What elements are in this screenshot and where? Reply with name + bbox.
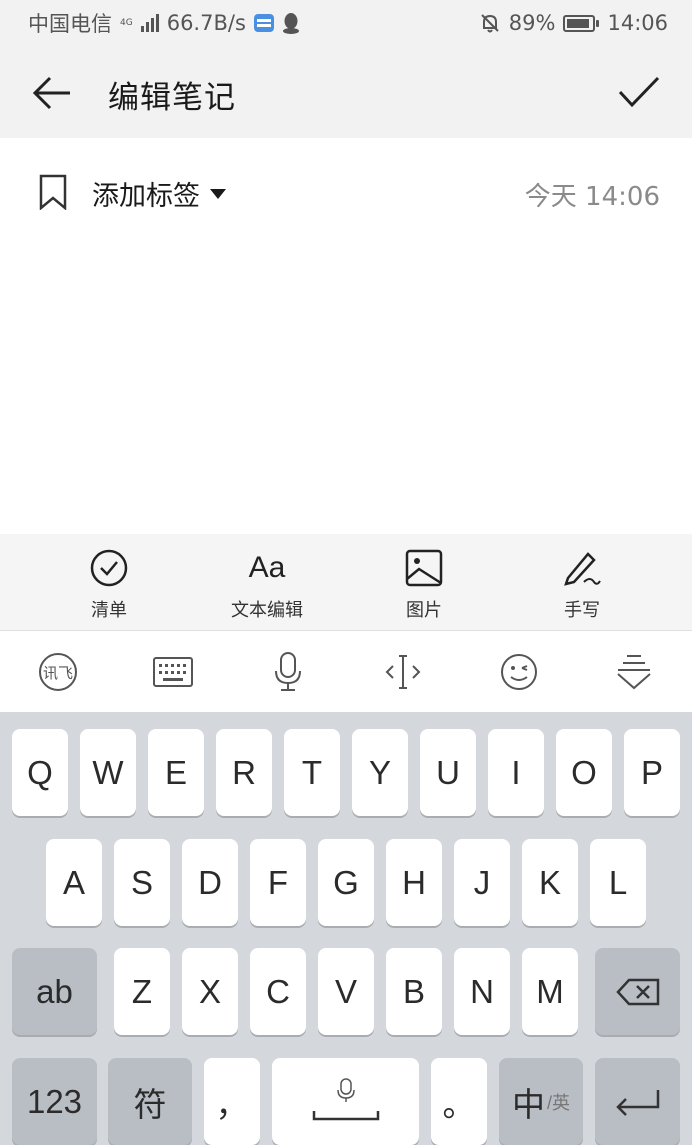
text-format-button[interactable]: Aa 文本编辑 <box>212 546 322 626</box>
mute-bell-icon <box>481 14 499 33</box>
qq-icon <box>282 13 299 34</box>
handwriting-button[interactable]: 手写 <box>527 546 637 626</box>
ifly-logo-icon: 讯飞 <box>39 653 77 691</box>
check-icon <box>618 76 660 108</box>
dropdown-caret-icon <box>210 188 226 199</box>
checklist-button[interactable]: 清单 <box>54 546 164 626</box>
note-editor[interactable] <box>0 248 692 534</box>
voice-input-button[interactable] <box>263 649 313 695</box>
hide-keyboard-icon <box>617 655 651 690</box>
lang-main-label: 中 <box>511 1085 545 1123</box>
space-key[interactable] <box>272 1058 419 1145</box>
key-r[interactable]: R <box>216 729 272 816</box>
key-a[interactable]: A <box>46 839 102 926</box>
backspace-icon <box>615 978 659 1005</box>
battery-icon <box>563 14 600 32</box>
battery-percent: 89% <box>508 11 556 35</box>
keyboard-icon <box>153 657 193 687</box>
keyboard: Q W E R T Y U I O P A S D F G H J K L ab… <box>0 712 692 1145</box>
status-bar: 中国电信 4G 66.7B/s 89% 14:06 <box>0 0 692 46</box>
key-q[interactable]: Q <box>12 729 68 816</box>
emoji-icon <box>501 654 537 690</box>
signal-icon <box>140 14 159 32</box>
text-format-label: 文本编辑 <box>231 600 303 621</box>
lang-sub-label: /英 <box>546 1092 570 1113</box>
key-k[interactable]: K <box>522 839 578 926</box>
text-format-icon: Aa <box>248 551 286 584</box>
symbols-key[interactable]: 符 <box>108 1058 192 1145</box>
save-button[interactable] <box>616 72 662 112</box>
add-tag-label: 添加标签 <box>92 181 200 212</box>
notification-app-icon <box>253 14 274 32</box>
key-g[interactable]: G <box>318 839 374 926</box>
cursor-move-button[interactable] <box>378 649 428 695</box>
checklist-icon <box>90 549 128 587</box>
note-timestamp: 今天 14:06 <box>524 182 660 212</box>
key-s[interactable]: S <box>114 839 170 926</box>
key-t[interactable]: T <box>284 729 340 816</box>
key-p[interactable]: P <box>624 729 680 816</box>
ifly-logo-text: 讯飞 <box>43 664 73 682</box>
emoji-button[interactable] <box>494 649 544 695</box>
comma-key[interactable]: ， <box>204 1058 260 1145</box>
key-u[interactable]: U <box>420 729 476 816</box>
enter-icon <box>615 1089 659 1116</box>
key-v[interactable]: V <box>318 948 374 1035</box>
handwriting-label: 手写 <box>564 600 600 621</box>
period-key[interactable]: 。 <box>431 1058 487 1145</box>
add-tag-button[interactable]: 添加标签 <box>92 174 226 213</box>
format-toolbar: 清单 Aa 文本编辑 图片 手写 <box>0 534 692 630</box>
key-w[interactable]: W <box>80 729 136 816</box>
key-z[interactable]: Z <box>114 948 170 1035</box>
key-o[interactable]: O <box>556 729 612 816</box>
key-h[interactable]: H <box>386 839 442 926</box>
image-label: 图片 <box>406 600 442 621</box>
key-c[interactable]: C <box>250 948 306 1035</box>
key-i[interactable]: I <box>488 729 544 816</box>
key-n[interactable]: N <box>454 948 510 1035</box>
image-button[interactable]: 图片 <box>369 546 479 626</box>
backspace-key[interactable] <box>595 948 680 1035</box>
key-e[interactable]: E <box>148 729 204 816</box>
carrier-label: 中国电信 <box>28 12 112 36</box>
note-meta: 添加标签 今天 14:06 <box>0 138 692 248</box>
ime-toolbar: 讯飞 <box>0 630 692 712</box>
key-y[interactable]: Y <box>352 729 408 816</box>
net-speed: 66.7B/s <box>166 11 246 35</box>
ifly-logo-button[interactable]: 讯飞 <box>33 649 83 695</box>
key-j[interactable]: J <box>454 839 510 926</box>
numbers-key[interactable]: 123 <box>12 1058 97 1145</box>
back-button[interactable] <box>30 74 76 112</box>
keyboard-switch-button[interactable] <box>148 649 198 695</box>
bookmark-icon[interactable] <box>38 174 68 210</box>
cursor-move-icon <box>385 655 421 689</box>
checklist-label: 清单 <box>91 600 127 621</box>
hide-keyboard-button[interactable] <box>609 649 659 695</box>
app-header: 编辑笔记 <box>0 46 692 138</box>
key-d[interactable]: D <box>182 839 238 926</box>
space-mic-icon <box>312 1077 379 1120</box>
page-title: 编辑笔记 <box>108 80 236 116</box>
handwriting-icon <box>564 552 601 586</box>
clock: 14:06 <box>607 11 668 35</box>
language-switch-key[interactable]: 中/英 <box>499 1058 583 1145</box>
image-icon <box>405 549 443 587</box>
key-b[interactable]: B <box>386 948 442 1035</box>
key-l[interactable]: L <box>590 839 646 926</box>
network-type: 4G <box>120 17 133 28</box>
key-f[interactable]: F <box>250 839 306 926</box>
microphone-icon <box>275 652 301 691</box>
key-x[interactable]: X <box>182 948 238 1035</box>
shift-key[interactable]: ab <box>12 948 97 1035</box>
key-m[interactable]: M <box>522 948 578 1035</box>
back-arrow-icon <box>32 76 70 110</box>
enter-key[interactable] <box>595 1058 680 1145</box>
